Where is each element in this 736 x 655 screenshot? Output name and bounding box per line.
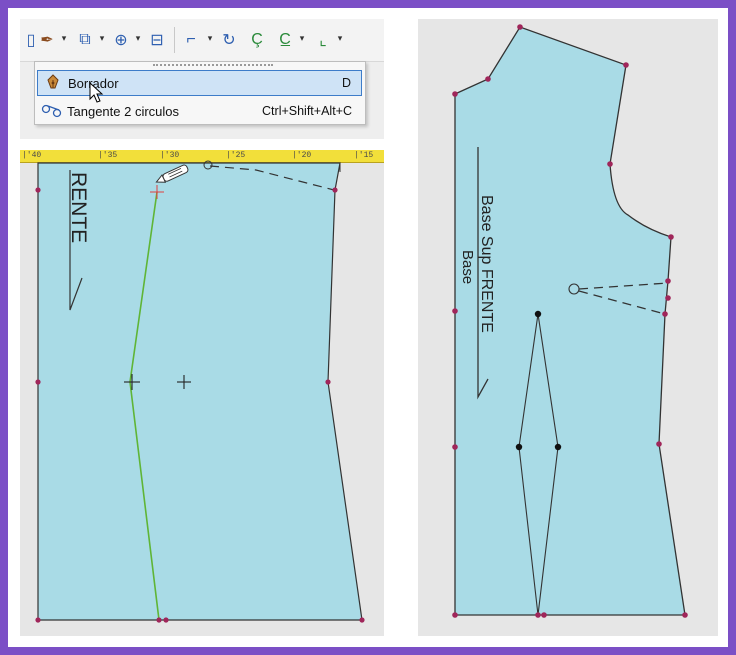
menu-item-shortcut: D (341, 76, 351, 90)
add-layer-icon[interactable]: ⊕ (110, 29, 132, 51)
toolbar: ▯ ✒ ▾ ⧉ ▾ ⊕ ▾ ⊟ ⌐ ▾ ↻ Ç C̲ ▾ ⌞ ▾ (20, 19, 384, 62)
pattern-point (452, 308, 458, 314)
pattern-point (35, 379, 41, 385)
menu-item-label: Tangente 2 circulos (67, 103, 180, 119)
pattern-point (535, 612, 541, 618)
pattern-point (35, 187, 41, 193)
pattern-point (623, 62, 629, 68)
pen-tool-icon[interactable]: ✒ (36, 29, 58, 51)
chevron-down-icon[interactable]: ▾ (336, 33, 344, 45)
chevron-down-icon[interactable]: ▾ (60, 33, 68, 45)
pattern-canvas-left[interactable]: |'40 |'35 |'30 |'25 |'20 |'15 RENTE (20, 150, 384, 636)
pattern-point (452, 612, 458, 618)
dart-vertex (554, 443, 562, 451)
pattern-point (665, 278, 671, 284)
pattern-drawing-left: RENTE (35, 160, 365, 623)
dart-vertex (515, 443, 523, 451)
pattern-point (325, 379, 331, 385)
chevron-down-icon[interactable]: ▾ (134, 33, 142, 45)
pattern-point (682, 612, 688, 618)
c-arrow-icon[interactable]: Ç (246, 29, 268, 51)
pattern-point (665, 295, 671, 301)
menu-item-label: Borrador (68, 75, 119, 91)
corner-tool-icon[interactable]: ⌞ (312, 29, 334, 51)
pattern-point (163, 617, 169, 623)
pattern-point (656, 441, 662, 447)
pattern-point (452, 91, 458, 97)
tear-off-handle[interactable] (153, 64, 273, 68)
pattern-point (359, 617, 365, 623)
chevron-down-icon[interactable]: ▾ (98, 33, 106, 45)
menu-item-borrador[interactable]: Borrador D (37, 70, 362, 96)
pattern-canvas-right[interactable]: Base Sup FRENTE Base (418, 19, 718, 636)
pattern-point (156, 617, 162, 623)
toolbar-screenshot: ▯ ✒ ▾ ⧉ ▾ ⊕ ▾ ⊟ ⌐ ▾ ↻ Ç C̲ ▾ ⌞ ▾ Borrado… (20, 19, 384, 139)
c-line-icon[interactable]: C̲ (274, 29, 296, 51)
piece-label: RENTE (67, 172, 90, 243)
pen-nib-icon (38, 74, 68, 92)
frame-icon[interactable]: ⊟ (146, 29, 168, 51)
pattern-point (35, 617, 41, 623)
pattern-point (662, 311, 668, 317)
pattern-point (517, 24, 523, 30)
menu-item-tangente[interactable]: Tangente 2 circulos Ctrl+Shift+Alt+C (37, 98, 362, 124)
pattern-drawing-right: Base Sup FRENTE Base (452, 24, 688, 618)
pattern-point (332, 187, 338, 193)
menu-item-shortcut: Ctrl+Shift+Alt+C (262, 104, 352, 118)
toolbar-divider (174, 27, 175, 53)
pattern-point (668, 234, 674, 240)
chevron-down-icon[interactable]: ▾ (298, 33, 306, 45)
mouse-cursor-icon (89, 82, 104, 103)
pattern-point (541, 612, 547, 618)
curve-tool-icon[interactable]: ⌐ (180, 29, 202, 51)
pattern-point (452, 444, 458, 450)
dropdown-menu: Borrador D Tangente 2 circulos Ctrl+Shif… (34, 61, 366, 125)
piece-label-line2: Base (459, 250, 476, 284)
piece-label-line1: Base Sup FRENTE (478, 195, 495, 333)
dart-vertex (534, 310, 542, 318)
tangent-circles-icon (37, 104, 67, 118)
pattern-point (485, 76, 491, 82)
pattern-point (607, 161, 613, 167)
rotate-icon[interactable]: ↻ (218, 29, 240, 51)
chevron-down-icon[interactable]: ▾ (206, 33, 214, 45)
new-piece-icon[interactable]: ⧉ (74, 29, 96, 51)
